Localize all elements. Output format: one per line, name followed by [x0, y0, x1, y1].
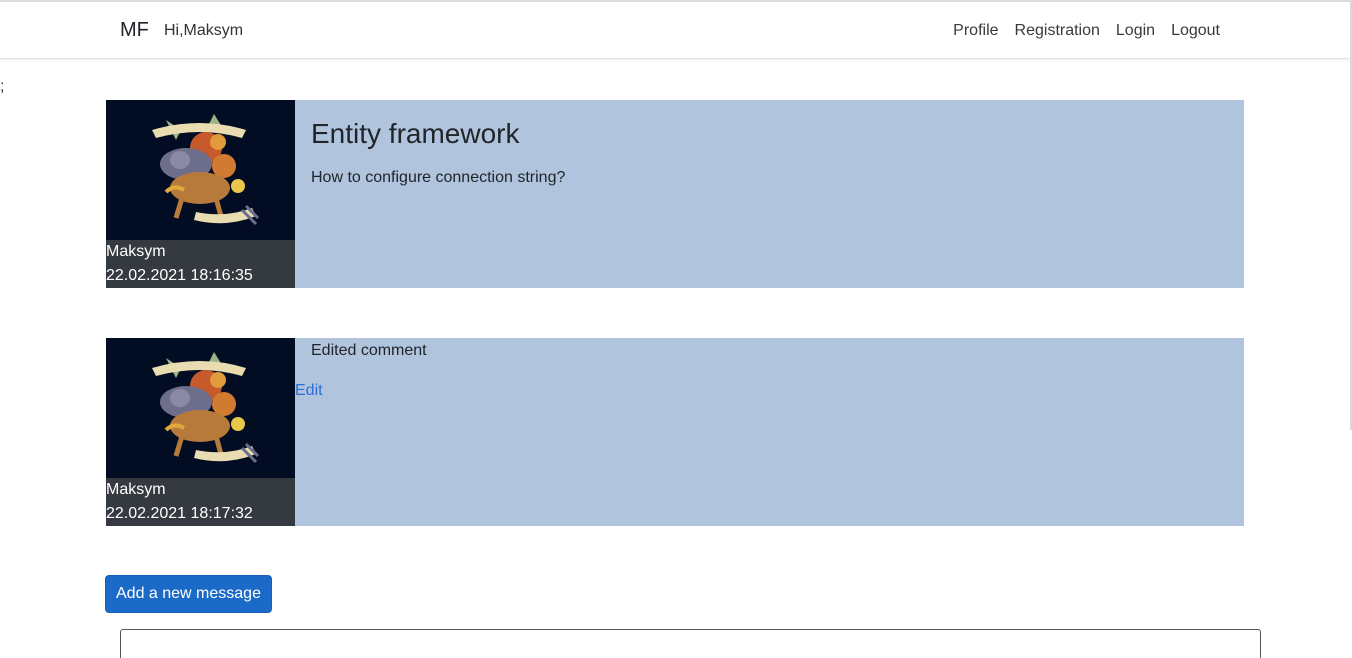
comment-date: 22.02.2021 18:17:32 [106, 505, 253, 522]
nav-link-profile[interactable]: Profile [953, 22, 998, 40]
edit-comment-link[interactable]: Edit [295, 380, 323, 402]
avatar-crest-icon [106, 338, 295, 478]
comment-text: Edited comment [311, 342, 427, 359]
nav-link-registration[interactable]: Registration [1015, 22, 1100, 40]
user-avatar [106, 338, 295, 478]
add-message-button[interactable]: Add a new message [105, 575, 272, 613]
nav-link-login[interactable]: Login [1116, 22, 1155, 40]
comment-card: Maksym 22.02.2021 18:17:32 Edited commen… [106, 338, 1244, 526]
post-title: Entity framework [311, 118, 520, 149]
post-date: 22.02.2021 18:16:35 [106, 267, 253, 284]
nav-link-logout[interactable]: Logout [1171, 22, 1220, 40]
user-greeting: Hi,Maksym [164, 22, 244, 39]
author-panel: Maksym 22.02.2021 18:17:32 [106, 338, 295, 526]
author-info: Maksym 22.02.2021 18:17:32 [106, 478, 295, 526]
navbar: MF Hi,Maksym Profile Registration Login … [0, 2, 1350, 59]
post-text: How to configure connection string? [311, 169, 566, 186]
post-card: Maksym 22.02.2021 18:16:35 Entity framew… [106, 100, 1244, 288]
author-info: Maksym 22.02.2021 18:16:35 [106, 240, 295, 288]
author-name: Maksym [106, 243, 166, 260]
nav-links: Profile Registration Login Logout [953, 22, 1220, 40]
stray-text: ; [0, 78, 5, 95]
author-panel: Maksym 22.02.2021 18:16:35 [106, 100, 295, 288]
message-input[interactable] [120, 629, 1261, 658]
user-avatar [106, 100, 295, 240]
author-name: Maksym [106, 481, 166, 498]
avatar-crest-icon [106, 100, 295, 240]
brand-logo[interactable]: MF [120, 19, 149, 42]
